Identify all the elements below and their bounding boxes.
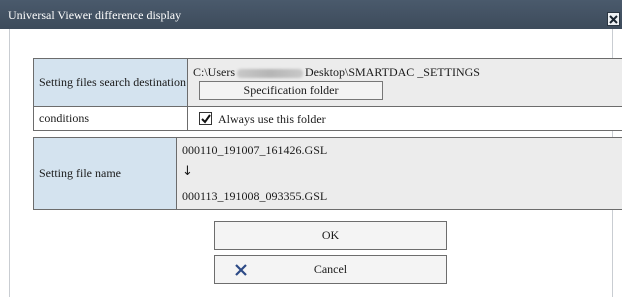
conditions-label: conditions [39, 111, 89, 125]
setting-file-label-cell: Setting file name [34, 138, 177, 209]
path-prefix: C:\Users [193, 65, 235, 79]
window-title: Universal Viewer difference display [8, 8, 182, 22]
always-use-folder-label: Always use this folder [218, 112, 326, 126]
checkmark-icon [201, 114, 211, 124]
cancel-x-icon [235, 264, 247, 276]
setting-file-table: Setting file name 000110_191007_161426.G… [33, 137, 622, 210]
search-destination-label-cell: Setting files search destination [34, 59, 188, 106]
window-titlebar: Universal Viewer difference display [0, 0, 622, 29]
conditions-value-cell: Always use this folder [188, 107, 622, 130]
ok-button-label: OK [321, 228, 340, 242]
setting-file-label: Setting file name [39, 166, 121, 180]
down-arrow-icon: ↓ [182, 164, 193, 179]
path-suffix: Desktop\SMARTDAC _SETTINGS [305, 65, 480, 79]
from-file-name: 000110_191007_161426.GSL [182, 143, 328, 157]
search-destination-value-cell: C:\Users Desktop\SMARTDAC _SETTINGS Speci… [188, 59, 622, 106]
specification-folder-button-label: Specification folder [243, 83, 339, 97]
cancel-button[interactable]: Cancel [214, 255, 447, 284]
cancel-button-label: Cancel [313, 262, 348, 276]
to-file-name: 000113_191008_093355.GSL [182, 189, 328, 203]
always-use-folder-checkbox[interactable] [199, 112, 212, 125]
specification-folder-button[interactable]: Specification folder [199, 81, 383, 100]
setting-file-value-cell: 000110_191007_161426.GSL ↓ 000113_191008… [177, 138, 622, 209]
page-margin-left [0, 29, 9, 297]
redacted-username [237, 68, 303, 78]
dialog-body: Setting files search destination C:\User… [9, 29, 622, 297]
close-icon [609, 14, 618, 24]
settings-table: Setting files search destination C:\User… [33, 58, 622, 131]
search-destination-label: Setting files search destination [39, 75, 186, 89]
conditions-label-cell: conditions [34, 107, 188, 130]
close-button[interactable] [607, 12, 620, 26]
search-destination-path: C:\Users Desktop\SMARTDAC _SETTINGS [193, 65, 480, 80]
ok-button[interactable]: OK [214, 221, 447, 250]
